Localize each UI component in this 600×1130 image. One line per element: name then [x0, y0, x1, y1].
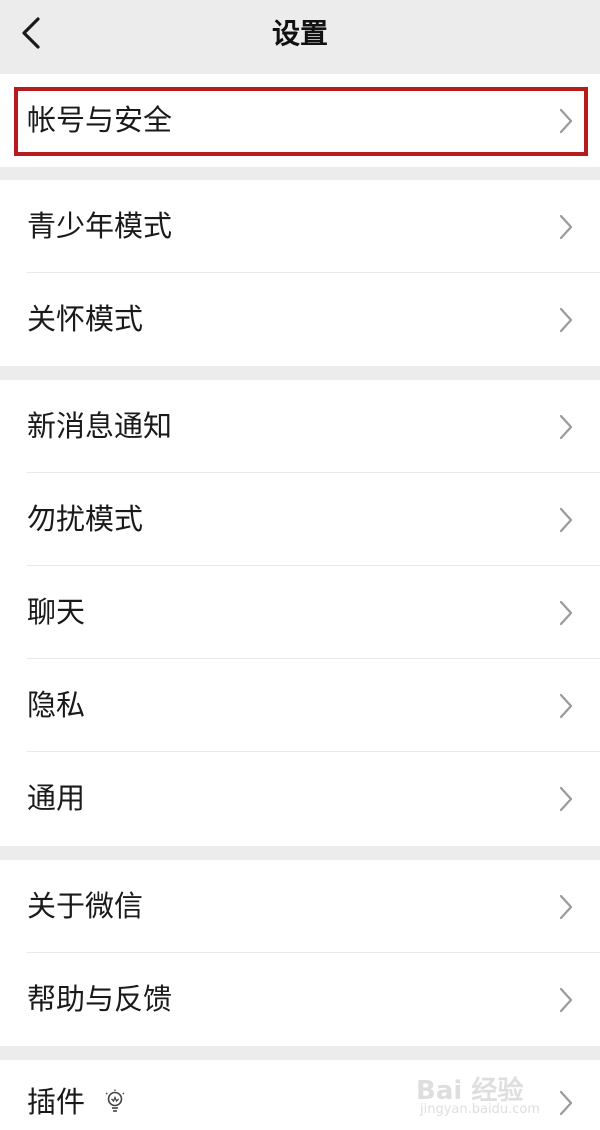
settings-item-label-wrap: 插件 [27, 1060, 126, 1130]
chevron-right-icon [559, 987, 573, 1013]
settings-item-general[interactable]: 通用 [0, 752, 600, 845]
chevron-right-icon [559, 108, 573, 134]
settings-section-about: 关于微信 帮助与反馈 [0, 860, 600, 1046]
settings-item-chat[interactable]: 聊天 [0, 566, 600, 659]
settings-section-general: 新消息通知 勿扰模式 聊天 隐私 通用 [0, 380, 600, 846]
chevron-right-icon [559, 414, 573, 440]
settings-item-label: 勿扰模式 [27, 502, 144, 536]
settings-item-label: 通用 [27, 781, 86, 815]
settings-item-label: 帮助与反馈 [27, 982, 173, 1016]
settings-section-account: 帐号与安全 [0, 74, 600, 167]
chevron-right-icon [559, 600, 573, 626]
chevron-right-icon [559, 307, 573, 333]
settings-item-label: 关怀模式 [27, 302, 144, 336]
settings-section-plugins: 插件 [0, 1060, 600, 1130]
chevron-right-icon [559, 1090, 573, 1116]
settings-item-label: 聊天 [27, 595, 86, 629]
settings-section-modes: 青少年模式 关怀模式 [0, 180, 600, 366]
settings-item-about-wechat[interactable]: 关于微信 [0, 860, 600, 953]
settings-item-label: 隐私 [27, 688, 86, 722]
settings-item-care-mode[interactable]: 关怀模式 [0, 273, 600, 366]
settings-item-label: 帐号与安全 [27, 103, 173, 137]
settings-item-label: 青少年模式 [27, 209, 173, 243]
chevron-right-icon [559, 894, 573, 920]
settings-item-teen-mode[interactable]: 青少年模式 [0, 180, 600, 273]
lightbulb-icon [105, 1089, 125, 1112]
chevron-right-icon [559, 214, 573, 240]
settings-item-account-security[interactable]: 帐号与安全 [0, 74, 600, 167]
settings-item-privacy[interactable]: 隐私 [0, 659, 600, 752]
settings-item-do-not-disturb[interactable]: 勿扰模式 [0, 473, 600, 566]
top-bar: 设置 [0, 0, 600, 72]
settings-item-label: 新消息通知 [27, 409, 173, 443]
chevron-right-icon [559, 507, 573, 533]
settings-item-help-feedback[interactable]: 帮助与反馈 [0, 953, 600, 1046]
chevron-right-icon [559, 786, 573, 812]
settings-item-plugins[interactable]: 插件 [0, 1060, 600, 1130]
settings-item-label: 插件 [27, 1085, 86, 1119]
settings-item-label: 关于微信 [27, 889, 144, 923]
settings-item-notifications[interactable]: 新消息通知 [0, 380, 600, 473]
page-title: 设置 [271, 17, 328, 50]
chevron-right-icon [559, 693, 573, 719]
